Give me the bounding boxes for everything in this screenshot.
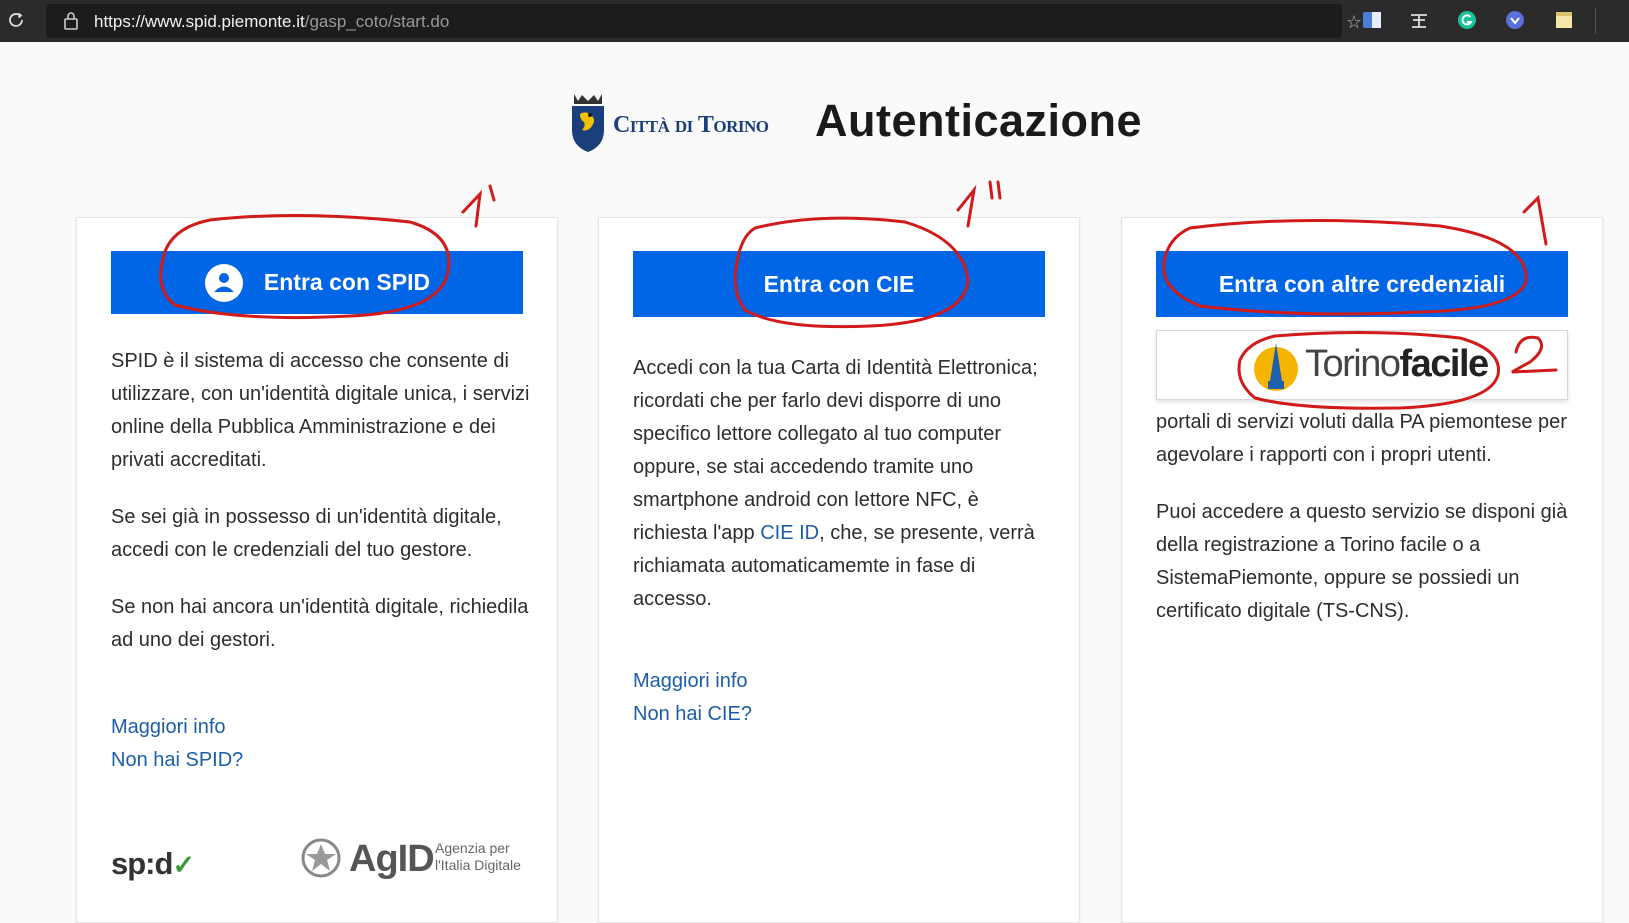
cie-description: Accedi con la tua Carta di Identità Elet…	[633, 357, 1038, 610]
other-credentials-card: Entra con altre credenziali portali di s…	[1121, 217, 1603, 923]
other-credentials-login-button[interactable]: Entra con altre credenziali	[1156, 251, 1568, 317]
spid-paragraph: SPID è il sistema di accesso che consent…	[111, 350, 530, 471]
italian-republic-emblem-icon	[301, 838, 341, 878]
page-title: Autenticazione	[815, 95, 1143, 146]
toolbar-separator	[1595, 8, 1596, 34]
spid-description: SPID è il sistema di accesso che consent…	[111, 345, 531, 681]
address-bar[interactable]: https://www.spid.piemonte.it/gasp_coto/s…	[46, 4, 1362, 38]
lock-icon	[64, 12, 78, 30]
cie-login-label: Entra con CIE	[763, 270, 915, 297]
cie-login-button[interactable]: Entra con CIE	[633, 251, 1045, 317]
shield-extension-icon[interactable]	[1504, 9, 1526, 31]
spid-card: Entra con SPID SPID è il sistema di acce…	[76, 217, 558, 923]
other-credentials-description: portali di servizi voluti dalla PA piemo…	[1156, 406, 1576, 652]
no-cie-link[interactable]: Non hai CIE?	[633, 703, 752, 726]
spid-login-label: Entra con SPID	[263, 269, 431, 295]
translate-extension-icon[interactable]	[1361, 9, 1383, 31]
torino-crest-logo	[572, 94, 604, 152]
reload-icon[interactable]	[6, 10, 26, 30]
cie-more-info-link[interactable]: Maggiori info	[633, 670, 748, 693]
spid-paragraph: Se sei già in possesso di un'identità di…	[111, 506, 502, 561]
credentials-paragraph: Puoi accedere a questo servizio se dispo…	[1156, 501, 1568, 622]
notes-extension-icon[interactable]	[1553, 9, 1575, 31]
spid-paragraph: Se non hai ancora un'identità digitale, …	[111, 596, 529, 651]
other-credentials-label: Entra con altre credenziali	[1218, 270, 1506, 297]
spid-more-info-link[interactable]: Maggiori info	[111, 716, 226, 739]
dictionary-extension-icon[interactable]	[1408, 9, 1430, 31]
browser-toolbar: https://www.spid.piemonte.it/gasp_coto/s…	[0, 0, 1629, 42]
credentials-paragraph: portali di servizi voluti dalla PA piemo…	[1156, 411, 1567, 466]
agid-logo: AgID Agenzia per l'Italia Digitale	[299, 834, 525, 890]
url-text: https://www.spid.piemonte.it/gasp_coto/s…	[94, 12, 450, 31]
user-icon	[204, 263, 243, 302]
grammarly-extension-icon[interactable]	[1456, 9, 1478, 31]
torinofacile-wordmark: Torinofacile	[1305, 343, 1489, 385]
torinofacile-popup[interactable]: Torinofacile	[1156, 330, 1568, 400]
city-name: Città di Torino	[613, 112, 769, 138]
cie-id-app-link[interactable]: CIE ID	[760, 522, 819, 544]
mole-antonelliana-icon	[1254, 343, 1298, 391]
bookmark-star-icon[interactable]: ☆	[1346, 12, 1362, 33]
spid-login-button[interactable]: Entra con SPID	[111, 251, 523, 314]
cie-card: Entra con CIE Accedi con la tua Carta di…	[598, 217, 1080, 923]
no-spid-link[interactable]: Non hai SPID?	[111, 749, 243, 772]
spid-logo: sp:d✓	[111, 846, 195, 881]
